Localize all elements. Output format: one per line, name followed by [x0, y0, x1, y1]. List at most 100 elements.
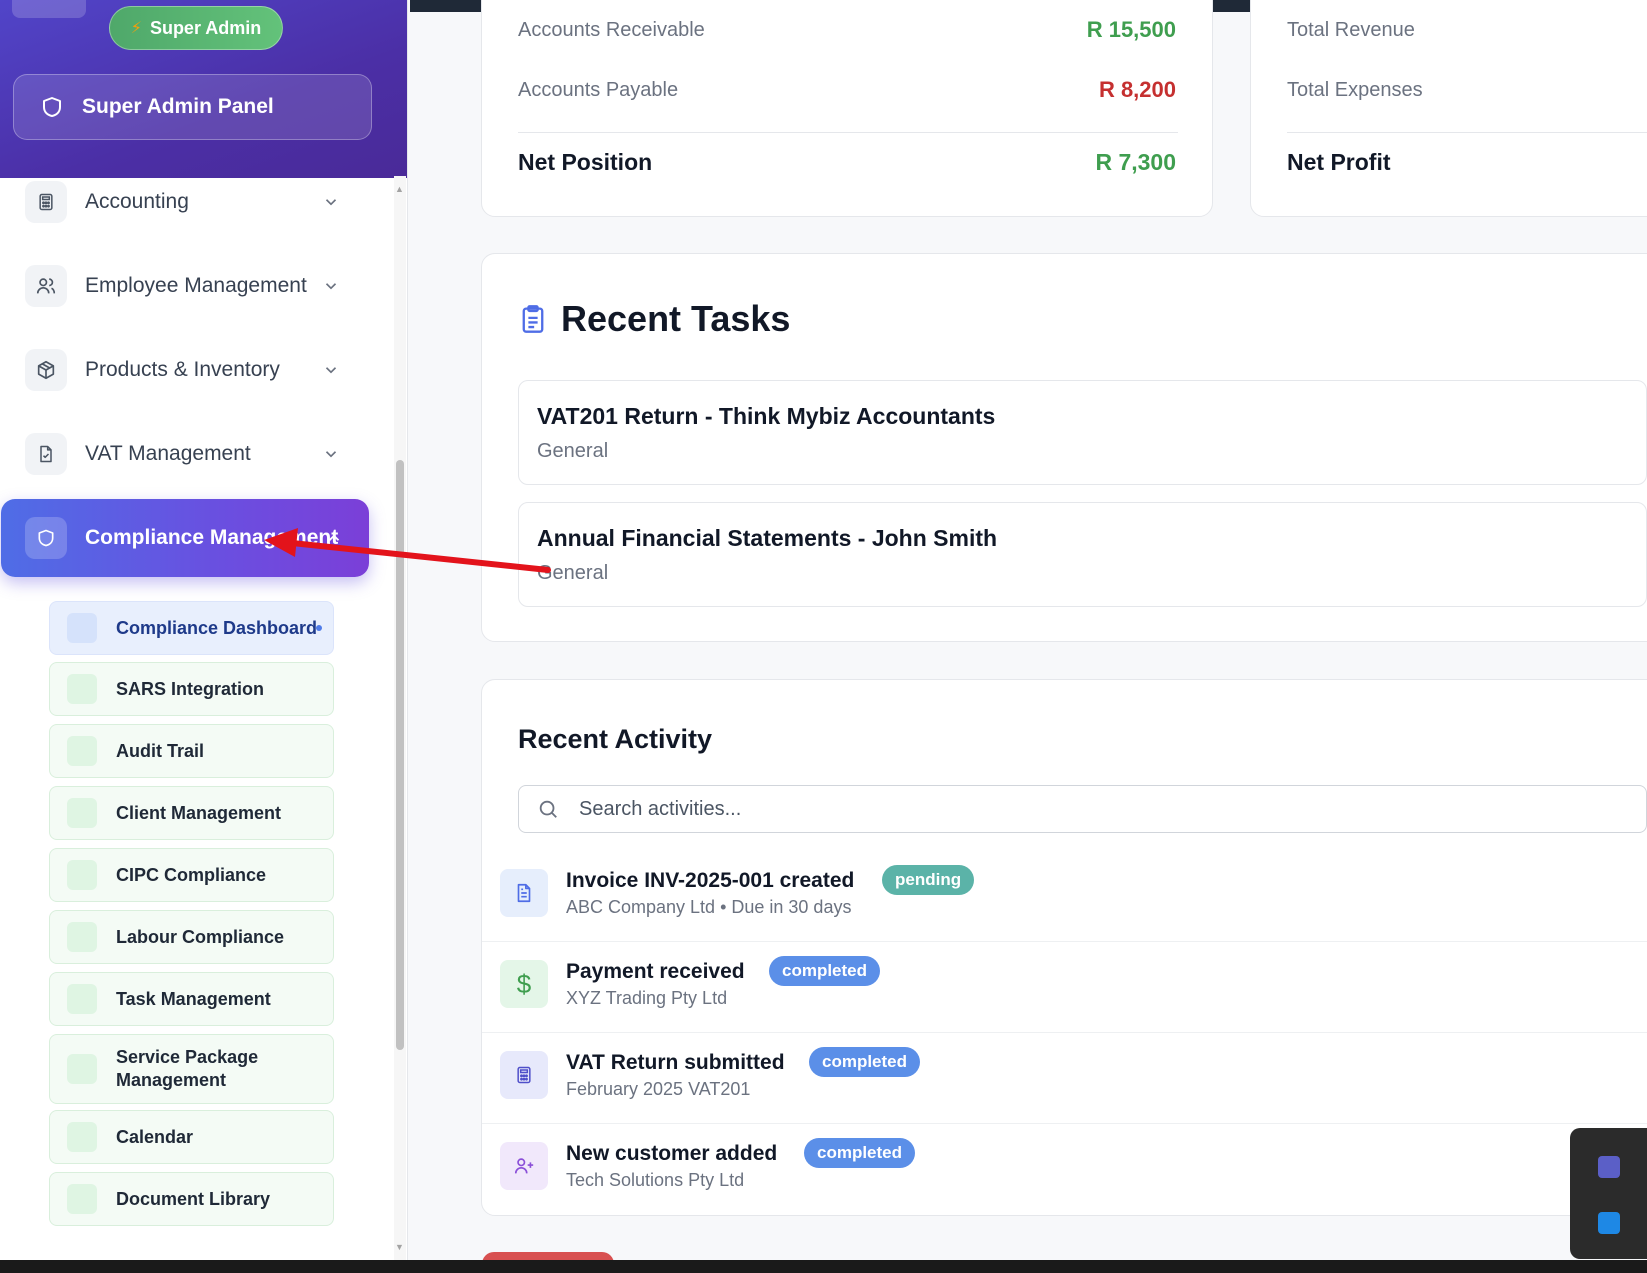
activity-title: VAT Return submitted [566, 1051, 785, 1074]
nav-item-products-inventory[interactable]: Products & Inventory [0, 340, 370, 400]
nav-item-label: VAT Management [85, 442, 251, 465]
activity-row[interactable]: VAT Return submitted February 2025 VAT20… [482, 1033, 1647, 1124]
task-category: General [537, 562, 609, 584]
sub-item-icon [67, 1184, 97, 1214]
status-badge: completed [769, 956, 881, 986]
activity-subtitle: ABC Company Ltd • Due in 30 days [566, 897, 852, 917]
task-category: General [537, 440, 609, 462]
sub-item-compliance-dashboard[interactable]: Compliance Dashboard [49, 601, 334, 655]
nav-item-accounting[interactable]: Accounting [0, 172, 370, 232]
sub-item-label: Task Management [116, 988, 271, 1009]
active-indicator-dot [316, 625, 322, 631]
net-profit-label: Net Profit [1287, 149, 1391, 175]
sidebar: ⚡ Super Admin Super Admin Panel Accounti… [0, 0, 408, 1260]
balance-summary-card: Accounts Receivable R 15,500 Accounts Pa… [481, 0, 1213, 217]
sub-item-label: Client Management [116, 802, 282, 823]
sub-item-icon [67, 1122, 97, 1152]
sub-item-service-package-management[interactable]: Service Package Management [49, 1034, 334, 1104]
sidebar-scrollbar-thumb[interactable] [396, 460, 404, 1050]
activity-subtitle: Tech Solutions Pty Ltd [566, 1170, 745, 1190]
sub-item-icon [67, 613, 97, 643]
file-check-icon [25, 433, 67, 475]
sub-item-label: SARS Integration [116, 678, 265, 699]
sub-item-icon [67, 736, 97, 766]
scroll-down-arrow-icon[interactable]: ▼ [395, 1242, 404, 1252]
sub-item-icon [67, 860, 97, 890]
taskbar-strip [0, 1260, 1647, 1273]
accounts-payable-value: R 8,200 [1098, 77, 1176, 102]
accounts-receivable-label: Accounts Receivable [518, 19, 705, 41]
clipboard-list-icon [522, 305, 544, 333]
sub-item-icon [67, 984, 97, 1014]
sub-item-calendar[interactable]: Calendar [49, 1110, 334, 1164]
file-text-icon [500, 869, 548, 917]
super-admin-badge: ⚡ Super Admin [109, 6, 283, 50]
sub-item-icon [67, 922, 97, 952]
total-expenses-label: Total Expenses [1287, 79, 1423, 101]
chevron-down-icon [325, 199, 337, 206]
chevron-down-icon [325, 367, 337, 374]
bolt-icon: ⚡ [130, 20, 142, 37]
scroll-up-arrow-icon[interactable]: ▲ [395, 184, 404, 194]
box-icon [25, 349, 67, 391]
activity-row[interactable]: Invoice INV-2025-001 created ABC Company… [482, 851, 1647, 942]
app-icon[interactable] [1598, 1212, 1620, 1234]
sub-item-label: Compliance Dashboard [116, 617, 318, 638]
status-badge: pending [882, 865, 975, 895]
sub-item-task-management[interactable]: Task Management [49, 972, 334, 1026]
activity-title: Payment received [566, 960, 745, 983]
activity-subtitle: XYZ Trading Pty Ltd [566, 988, 728, 1008]
sub-item-cipc-compliance[interactable]: CIPC Compliance [49, 848, 334, 902]
calculator-icon [25, 181, 67, 223]
sub-item-label: Labour Compliance [116, 926, 285, 947]
sub-item-document-library[interactable]: Document Library [49, 1172, 334, 1226]
task-item[interactable]: Annual Financial Statements - John Smith… [518, 502, 1647, 607]
activity-row[interactable]: $ Payment received XYZ Trading Pty Ltd c… [482, 942, 1647, 1033]
super-admin-panel-button[interactable]: Super Admin Panel [13, 74, 372, 140]
sub-item-icon [67, 674, 97, 704]
system-tray-popup [1570, 1128, 1647, 1259]
net-position-label: Net Position [518, 149, 653, 175]
super-admin-badge-label: Super Admin [149, 17, 262, 38]
recent-activity-title: Recent Activity [518, 724, 713, 754]
sidebar-header: ⚡ Super Admin Super Admin Panel [0, 0, 407, 178]
nav-item-compliance-management[interactable]: Compliance Management [1, 499, 369, 577]
nav-item-label: Employee Management [85, 274, 307, 297]
activity-row[interactable]: New customer added Tech Solutions Pty Lt… [482, 1124, 1647, 1215]
sub-item-label: Service Package Management [116, 1047, 259, 1090]
nav-item-label: Accounting [85, 190, 189, 213]
chevron-down-icon [325, 283, 337, 290]
shield-icon [25, 517, 67, 559]
chevron-up-icon [328, 534, 340, 541]
task-item[interactable]: VAT201 Return - Think Mybiz Accountants … [518, 380, 1647, 485]
user-plus-icon [500, 1142, 548, 1190]
nav-item-label: Compliance Management [85, 526, 339, 549]
search-input[interactable] [579, 786, 1479, 832]
sub-item-sars-integration[interactable]: SARS Integration [49, 662, 334, 716]
teams-icon[interactable] [1598, 1156, 1620, 1178]
super-admin-panel-label: Super Admin Panel [82, 95, 274, 118]
sidebar-top-tab[interactable] [12, 0, 86, 18]
task-title: VAT201 Return - Think Mybiz Accountants [537, 403, 996, 429]
sub-item-labour-compliance[interactable]: Labour Compliance [49, 910, 334, 964]
profit-loss-card: Total Revenue Total Expenses Net Profit [1250, 0, 1647, 217]
sub-item-audit-trail[interactable]: Audit Trail [49, 724, 334, 778]
sub-item-icon [67, 798, 97, 828]
task-title: Annual Financial Statements - John Smith [537, 525, 998, 551]
card-divider [518, 132, 1178, 133]
sub-item-label: CIPC Compliance [116, 864, 267, 885]
sub-item-label: Document Library [116, 1188, 271, 1209]
sub-item-label: Audit Trail [116, 740, 205, 761]
status-badge: completed [804, 1138, 916, 1168]
nav-item-employee-management[interactable]: Employee Management [0, 256, 370, 316]
activity-search-box [518, 785, 1647, 833]
sub-item-client-management[interactable]: Client Management [49, 786, 334, 840]
accounts-payable-label: Accounts Payable [518, 79, 679, 101]
users-icon [25, 265, 67, 307]
sub-item-icon [67, 1054, 97, 1084]
status-badge: completed [809, 1047, 921, 1077]
nav-item-vat-management[interactable]: VAT Management [0, 424, 370, 484]
sub-item-label: Calendar [116, 1126, 194, 1147]
activity-title: Invoice INV-2025-001 created [566, 869, 855, 892]
chevron-down-icon [325, 451, 337, 458]
